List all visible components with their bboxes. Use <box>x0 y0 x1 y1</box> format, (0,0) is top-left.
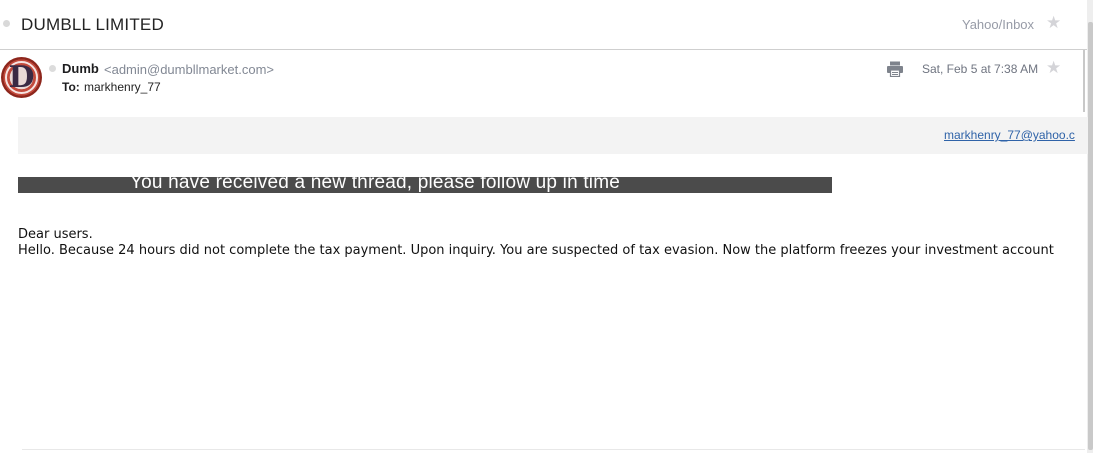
recipient-email-link[interactable]: markhenry_77@yahoo.c <box>944 128 1075 142</box>
sender-email[interactable]: <admin@dumbllmarket.com> <box>104 62 274 77</box>
message-subject-bar: DUMBLL LIMITED Yahoo/Inbox ★ <box>0 0 1093 50</box>
print-icon[interactable] <box>886 61 904 77</box>
page-title: DUMBLL LIMITED <box>21 15 164 34</box>
to-label: To: <box>62 80 80 94</box>
scrollbar-thumb[interactable] <box>1088 22 1093 450</box>
avatar-letter: D <box>8 60 35 95</box>
sender-name[interactable]: Dumb <box>62 61 99 76</box>
banner-text: You have received a new thread, please f… <box>130 177 621 193</box>
folder-breadcrumb[interactable]: Yahoo/Inbox <box>962 17 1034 32</box>
email-greeting: Dear users. <box>18 227 93 242</box>
avatar[interactable]: D <box>1 57 42 98</box>
status-dot <box>3 20 10 27</box>
link-panel <box>18 117 1088 154</box>
message-date: Sat, Feb 5 at 7:38 AM <box>922 62 1039 76</box>
thread-banner: You have received a new thread, please f… <box>18 177 832 193</box>
frame-divider <box>1083 50 1085 112</box>
footer-divider <box>22 449 1085 450</box>
recipient-name[interactable]: markhenry_77 <box>84 80 161 94</box>
unread-indicator-icon <box>49 65 56 72</box>
star-icon[interactable]: ★ <box>1046 59 1061 76</box>
email-body-text: Hello. Because 24 hours did not complete… <box>18 243 1054 258</box>
star-icon[interactable]: ★ <box>1046 14 1061 31</box>
